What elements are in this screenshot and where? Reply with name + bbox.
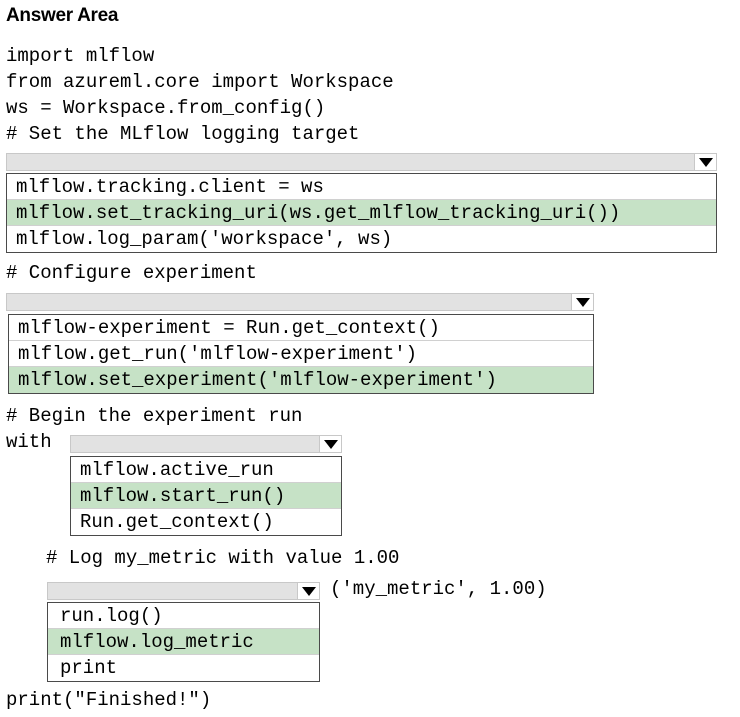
chevron-down-icon[interactable] bbox=[694, 154, 716, 170]
code-comment-logging-target: # Set the MLflow logging target bbox=[6, 123, 360, 145]
dropdown-3-option[interactable]: mlflow.active_run bbox=[71, 457, 341, 483]
dropdown-3-options: mlflow.active_run mlflow.start_run() Run… bbox=[70, 456, 342, 536]
chevron-down-icon[interactable] bbox=[571, 294, 593, 310]
dropdown-2-option-selected[interactable]: mlflow.set_experiment('mlflow-experiment… bbox=[9, 367, 593, 393]
dropdown-1-option[interactable]: mlflow.log_param('workspace', ws) bbox=[7, 226, 716, 252]
dropdown-3-option-selected[interactable]: mlflow.start_run() bbox=[71, 483, 341, 509]
dropdown-4-option-selected[interactable]: mlflow.log_metric bbox=[48, 629, 319, 655]
code-log-arguments: ('my_metric', 1.00) bbox=[330, 578, 547, 600]
dropdown-2-option[interactable]: mlflow-experiment = Run.get_context() bbox=[9, 315, 593, 341]
dropdown-2-options: mlflow-experiment = Run.get_context() ml… bbox=[8, 314, 594, 394]
dropdown-4-bar[interactable] bbox=[47, 582, 320, 600]
chevron-down-icon[interactable] bbox=[319, 436, 341, 452]
dropdown-3-bar[interactable] bbox=[70, 435, 342, 453]
dropdown-1-option-selected[interactable]: mlflow.set_tracking_uri(ws.get_mlflow_tr… bbox=[7, 200, 716, 226]
dropdown-2-option[interactable]: mlflow.get_run('mlflow-experiment') bbox=[9, 341, 593, 367]
code-comment-configure-experiment: # Configure experiment bbox=[6, 262, 257, 284]
code-line-import-workspace: from azureml.core import Workspace bbox=[6, 71, 394, 93]
dropdown-1-option[interactable]: mlflow.tracking.client = ws bbox=[7, 174, 716, 200]
dropdown-1-bar[interactable] bbox=[6, 153, 717, 171]
code-with-keyword: with bbox=[6, 431, 52, 453]
answer-area-title: Answer Area bbox=[6, 5, 119, 26]
dropdown-3-option[interactable]: Run.get_context() bbox=[71, 509, 341, 535]
chevron-down-icon[interactable] bbox=[297, 583, 319, 599]
code-line-import-mlflow: import mlflow bbox=[6, 45, 155, 67]
code-print-finished: print("Finished!") bbox=[6, 689, 212, 711]
dropdown-2-bar[interactable] bbox=[6, 293, 594, 311]
dropdown-4-options: run.log() mlflow.log_metric print bbox=[47, 602, 320, 682]
code-comment-begin-run: # Begin the experiment run bbox=[6, 405, 303, 427]
dropdown-4-option[interactable]: print bbox=[48, 655, 319, 681]
code-line-ws-config: ws = Workspace.from_config() bbox=[6, 97, 326, 119]
dropdown-4-option[interactable]: run.log() bbox=[48, 603, 319, 629]
dropdown-1-options: mlflow.tracking.client = ws mlflow.set_t… bbox=[6, 173, 717, 253]
code-comment-log-metric: # Log my_metric with value 1.00 bbox=[46, 547, 400, 569]
